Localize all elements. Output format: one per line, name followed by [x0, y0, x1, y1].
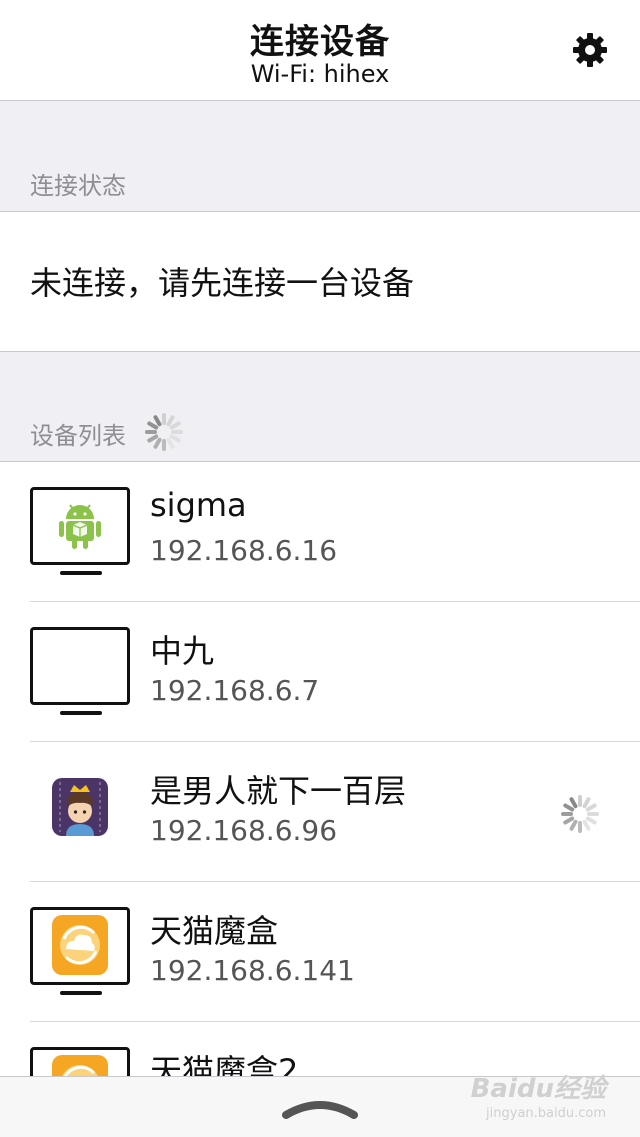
- spinner-icon: [561, 795, 599, 833]
- device-ip: 192.168.6.96: [150, 814, 338, 847]
- tmall-box-tv-icon: [30, 1047, 130, 1076]
- device-name: 天猫魔盒2: [150, 1052, 299, 1076]
- device-name: 中九: [150, 632, 215, 670]
- tmall-box-tv-icon: [30, 907, 130, 995]
- status-section-header: 连接状态: [30, 172, 126, 200]
- device-row[interactable]: 是男人就下一百层 192.168.6.96: [0, 742, 640, 882]
- spinner-icon: [145, 413, 183, 451]
- device-name: 天猫魔盒: [150, 912, 279, 950]
- chevron-up-icon[interactable]: [280, 1095, 360, 1119]
- device-name: sigma: [150, 486, 247, 524]
- device-row[interactable]: sigma 192.168.6.16: [0, 462, 640, 602]
- tv-icon: [30, 627, 130, 715]
- connection-status-text: 未连接，请先连接一台设备: [30, 264, 415, 302]
- devices-section-header: 设备列表: [30, 422, 126, 450]
- device-ip: 192.168.6.141: [150, 954, 355, 987]
- device-row[interactable]: 天猫魔盒 192.168.6.141: [0, 882, 640, 1022]
- wifi-subtitle: Wi-Fi: hihex: [250, 60, 390, 88]
- watermark-subtext: jingyan.baidu.com: [486, 1106, 606, 1121]
- device-row[interactable]: 中九 192.168.6.7: [0, 602, 640, 742]
- device-ip: 192.168.6.7: [150, 674, 320, 707]
- gear-icon[interactable]: [572, 32, 608, 68]
- device-ip: 192.168.6.16: [150, 534, 338, 567]
- watermark: Baidu经验: [470, 1074, 606, 1104]
- device-name: 是男人就下一百层: [150, 772, 407, 810]
- device-list: sigma 192.168.6.16 中九 192.168.6.7 是男人就下一…: [0, 462, 640, 1076]
- navigation-bar: 连接设备 Wi-Fi: hihex: [0, 0, 640, 101]
- android-tv-icon: [30, 487, 130, 575]
- page-title: 连接设备: [250, 22, 390, 62]
- game-avatar-icon: [52, 778, 108, 836]
